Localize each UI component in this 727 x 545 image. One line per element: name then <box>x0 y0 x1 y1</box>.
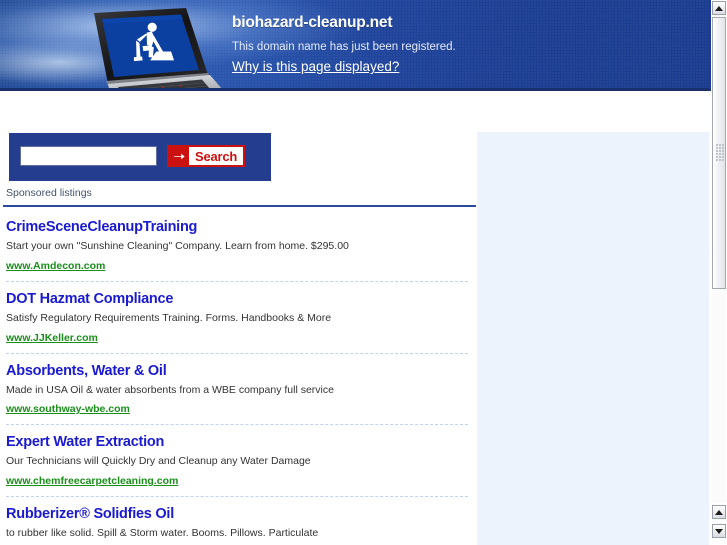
domain-title: biohazard-cleanup.net <box>232 14 393 31</box>
list-item: Expert Water Extraction Our Technicians … <box>0 425 476 496</box>
why-is-this-page-displayed-link[interactable]: Why is this page displayed? <box>232 59 399 74</box>
list-item: CrimeSceneCleanupTraining Start your own… <box>0 210 476 281</box>
listing-url[interactable]: www.JJKeller.com <box>6 332 98 344</box>
listing-url[interactable]: www.Amdecon.com <box>6 260 105 272</box>
listing-title[interactable]: Rubberizer® Solidfies Oil <box>6 505 174 523</box>
scroll-up-button-bottom[interactable] <box>712 505 726 519</box>
search-button[interactable]: Search <box>167 145 246 167</box>
triangle-down-icon <box>715 528 723 534</box>
search-button-label: Search <box>195 148 238 164</box>
search-input[interactable] <box>20 146 157 166</box>
listing-description: to rubber like solid. Spill & Storm wate… <box>6 527 319 540</box>
listing-description: Start your own "Sunshine Cleaning" Compa… <box>6 240 349 253</box>
triangle-up-icon <box>715 5 723 11</box>
list-item: Rubberizer® Solidfies Oil to rubber like… <box>0 497 476 545</box>
sponsored-listings-list: CrimeSceneCleanupTraining Start your own… <box>0 210 476 545</box>
listings-divider <box>3 205 476 207</box>
listing-title[interactable]: Absorbents, Water & Oil <box>6 362 167 380</box>
scroll-down-button[interactable] <box>712 524 726 538</box>
listing-description: Made in USA Oil & water absorbents from … <box>6 383 334 396</box>
listing-url[interactable]: www.southway-wbe.com <box>6 403 130 415</box>
list-item: DOT Hazmat Compliance Satisfy Regulatory… <box>0 282 476 353</box>
sponsored-listings-label: Sponsored listings <box>6 187 92 199</box>
listing-title[interactable]: Expert Water Extraction <box>6 433 164 451</box>
triangle-up-icon <box>715 509 723 515</box>
listing-description: Our Technicians will Quickly Dry and Cle… <box>6 455 311 468</box>
laptop-construction-image <box>94 8 222 88</box>
arrow-right-icon <box>169 147 189 165</box>
list-item: Absorbents, Water & Oil Made in USA Oil … <box>0 354 476 425</box>
banner-text-block: biohazard-cleanup.net This domain name h… <box>232 14 672 76</box>
banner-subtitle: This domain name has just been registere… <box>232 41 456 53</box>
right-side-panel <box>477 132 709 545</box>
listing-url[interactable]: www.chemfreecarpetcleaning.com <box>6 475 178 487</box>
page-viewport: biohazard-cleanup.net This domain name h… <box>0 0 711 545</box>
listing-title[interactable]: CrimeSceneCleanupTraining <box>6 218 197 236</box>
search-bar: Search <box>9 133 271 181</box>
scrollbar-grip <box>716 144 724 162</box>
vertical-scrollbar[interactable] <box>711 0 727 545</box>
listing-description: Satisfy Regulatory Requirements Training… <box>6 311 332 324</box>
scrollbar-thumb[interactable] <box>712 17 726 289</box>
listing-title[interactable]: DOT Hazmat Compliance <box>6 290 173 308</box>
header-banner: biohazard-cleanup.net This domain name h… <box>0 0 711 91</box>
scroll-up-button[interactable] <box>712 1 726 15</box>
